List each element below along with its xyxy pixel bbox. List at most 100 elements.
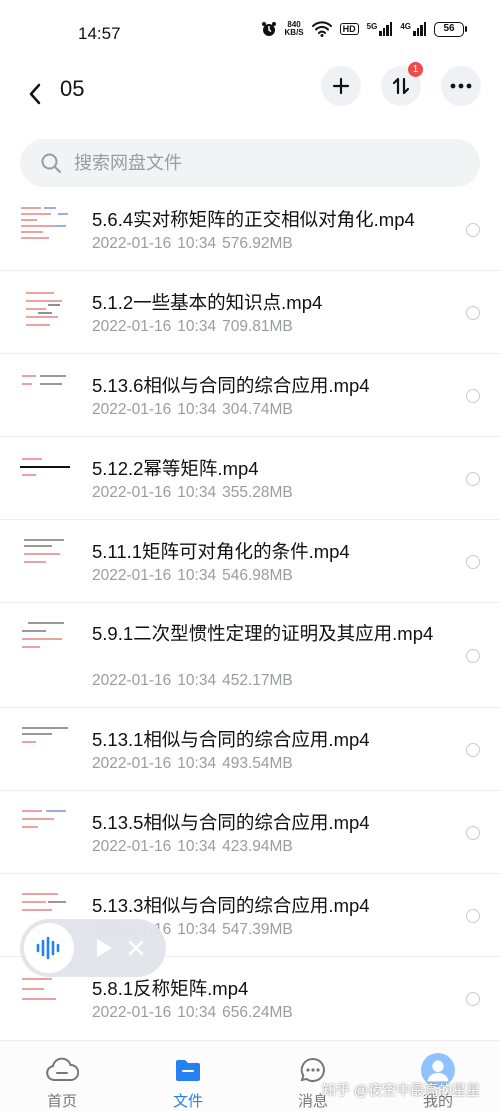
page-title: 05	[60, 76, 85, 101]
select-radio[interactable]	[466, 555, 480, 569]
file-item[interactable]: 5.13.1相似与合同的综合应用.mp4 2022-01-16 10:34 493.…	[0, 708, 500, 791]
select-radio[interactable]	[466, 743, 480, 757]
file-time: 10:34	[177, 921, 217, 938]
file-name: 5.13.5相似与合同的综合应用.mp4	[92, 812, 370, 833]
file-time: 10:34	[177, 567, 217, 584]
status-bar: 14:57 840 KB/S HD 5G 4G 56	[0, 0, 500, 64]
speed-unit: KB/S	[284, 28, 304, 37]
file-date: 2022-01-16	[92, 755, 172, 772]
file-date: 2022-01-16	[92, 1004, 172, 1021]
file-date: 2022-01-16	[92, 235, 172, 252]
file-name: 5.13.3相似与合同的综合应用.mp4	[92, 895, 370, 916]
file-size: 709.81MB	[222, 318, 293, 335]
file-size: 355.28MB	[222, 484, 293, 501]
network-speed: 840 KB/S	[285, 21, 304, 37]
file-name: 5.13.1相似与合同的综合应用.mp4	[92, 729, 370, 750]
file-size: 547.39MB	[222, 921, 293, 938]
file-date: 2022-01-16	[92, 672, 172, 689]
nav-files[interactable]: 文件	[148, 1053, 228, 1111]
file-meta: 2022-01-16 10:34 656.24MB	[92, 1004, 299, 1022]
video-thumbnail	[18, 449, 72, 509]
status-time: 14:57	[78, 24, 121, 43]
file-item[interactable]: 5.13.5相似与合同的综合应用.mp4 2022-01-16 10:34 423.…	[0, 791, 500, 874]
select-radio[interactable]	[466, 826, 480, 840]
file-meta: 2022-01-16 10:34 355.28MB	[92, 484, 299, 502]
search-bar[interactable]	[20, 139, 480, 187]
file-item[interactable]: 5.9.1二次型惯性定理的证明及其应用.mp4 2022-01-16 10:34 4…	[0, 603, 500, 708]
file-item[interactable]: 5.12.2幂等矩阵.mp4 2022-01-16 10:34 355.28MB	[0, 437, 500, 520]
file-date: 2022-01-16	[92, 567, 172, 584]
audio-wave-icon	[36, 937, 60, 959]
file-meta: 2022-01-16 10:34 452.17MB	[92, 672, 299, 690]
alarm-icon	[261, 22, 276, 36]
file-date: 2022-01-16	[92, 484, 172, 501]
nav-files-label: 文件	[172, 1093, 203, 1110]
floating-player[interactable]	[20, 919, 166, 977]
watermark: 知乎 @夜空中最亮的星星	[322, 1082, 481, 1098]
select-radio[interactable]	[466, 992, 480, 1006]
file-item[interactable]: 5.11.1矩阵可对角化的条件.mp4 2022-01-16 10:34 546.9…	[0, 520, 500, 603]
file-time: 10:34	[177, 838, 217, 855]
video-thumbnail	[18, 200, 72, 260]
file-size: 576.92MB	[222, 235, 293, 252]
plus-icon	[332, 77, 350, 95]
file-size: 452.17MB	[222, 672, 293, 689]
back-button[interactable]	[20, 74, 50, 114]
file-name: 5.8.1反称矩阵.mp4	[92, 978, 249, 999]
more-icon	[450, 83, 472, 89]
search-input[interactable]	[74, 152, 454, 174]
select-radio[interactable]	[466, 472, 480, 486]
select-radio[interactable]	[466, 223, 480, 237]
signal-5g-label: 5G	[366, 22, 378, 31]
file-date: 2022-01-16	[92, 401, 172, 418]
file-size: 546.98MB	[222, 567, 293, 584]
file-name: 5.13.6相似与合同的综合应用.mp4	[92, 375, 370, 396]
search-icon	[41, 153, 61, 173]
file-name: 5.11.1矩阵可对角化的条件.mp4	[92, 541, 350, 562]
file-item[interactable]: 5.6.4实对称矩阵的正交相似对角化.mp4 2022-01-16 10:34 57…	[0, 188, 500, 271]
wifi-icon	[311, 21, 332, 37]
nav-home-label: 首页	[46, 1093, 77, 1110]
status-icons: 840 KB/S HD 5G 4G 56	[261, 21, 467, 37]
file-meta: 2022-01-16 10:34 493.54MB	[92, 755, 299, 773]
select-radio[interactable]	[466, 306, 480, 320]
file-time: 10:34	[177, 235, 217, 252]
video-thumbnail	[18, 720, 72, 780]
file-time: 10:34	[177, 484, 217, 501]
file-item[interactable]: 5.1.2一些基本的知识点.mp4 2022-01-16 10:34 709.81M…	[0, 271, 500, 354]
nav-home[interactable]: 首页	[22, 1053, 102, 1111]
select-radio[interactable]	[466, 649, 480, 663]
close-icon[interactable]	[128, 940, 144, 956]
file-time: 10:34	[177, 401, 217, 418]
file-item[interactable]: 5.13.6相似与合同的综合应用.mp4 2022-01-16 10:34 304.…	[0, 354, 500, 437]
signal-4g-label: 4G	[400, 22, 411, 31]
transfer-badge: 1	[408, 62, 423, 77]
video-thumbnail	[18, 969, 72, 1029]
signal-4g-icon: 4G	[400, 22, 426, 36]
video-thumbnail	[18, 532, 72, 592]
back-arrow-icon	[29, 83, 41, 105]
file-name: 5.9.1二次型惯性定理的证明及其应用.mp4	[92, 623, 434, 644]
add-button[interactable]	[321, 66, 361, 106]
signal-5g-icon: 5G	[367, 22, 393, 36]
more-button[interactable]	[441, 66, 481, 106]
audio-wave-button[interactable]	[24, 923, 74, 973]
folder-icon	[176, 1060, 200, 1081]
play-icon[interactable]	[94, 937, 114, 959]
video-thumbnail	[18, 803, 72, 863]
file-meta: 2022-01-16 10:34 423.94MB	[92, 838, 299, 856]
file-date: 2022-01-16	[92, 318, 172, 335]
file-size: 304.74MB	[222, 401, 293, 418]
video-thumbnail	[18, 283, 72, 343]
file-name: 5.1.2一些基本的知识点.mp4	[92, 292, 323, 313]
battery-icon: 56	[434, 21, 467, 37]
select-radio[interactable]	[466, 389, 480, 403]
file-meta: 2022-01-16 10:34 304.74MB	[92, 401, 299, 419]
file-name: 5.6.4实对称矩阵的正交相似对角化.mp4	[92, 209, 415, 230]
file-time: 10:34	[177, 672, 217, 689]
file-size: 423.94MB	[222, 838, 293, 855]
transfer-button[interactable]: 1	[381, 62, 423, 106]
file-list: 5.6.4实对称矩阵的正交相似对角化.mp4 2022-01-16 10:34 57…	[0, 188, 500, 1040]
select-radio[interactable]	[466, 909, 480, 923]
file-meta: 2022-01-16 10:34 576.92MB	[92, 235, 299, 253]
